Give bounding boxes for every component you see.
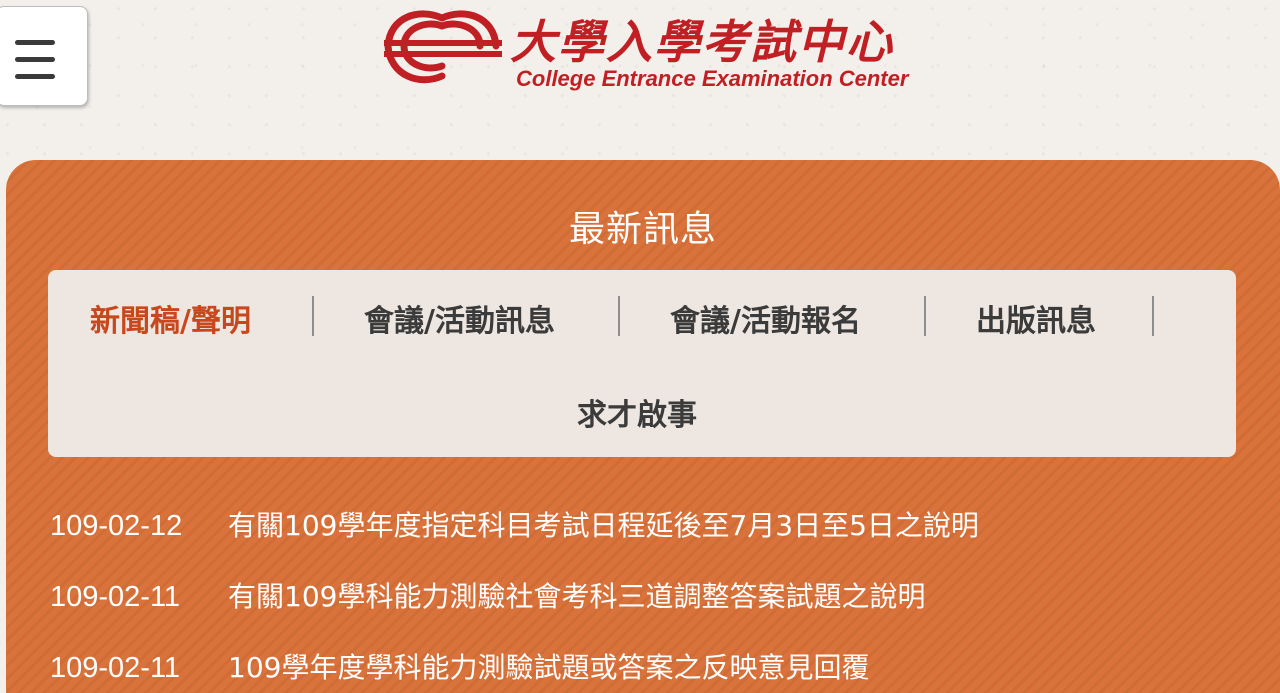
news-tabs: 新聞稿/聲明 會議/活動訊息 會議/活動報名 出版訊息 求才啟事 [48, 270, 1236, 457]
tab-meeting-activity-info[interactable]: 會議/活動訊息 [364, 296, 555, 340]
news-list-item: 109-02-11 有關109學科能力測驗社會考科三道調整答案試題之說明 [50, 575, 925, 615]
tab-separator [924, 296, 926, 336]
news-date: 109-02-11 [50, 581, 181, 613]
news-title-link[interactable]: 109學年度學科能力測驗試題或答案之反映意見回覆 [228, 651, 869, 684]
tab-publication-info[interactable]: 出版訊息 [976, 296, 1096, 340]
news-title-link[interactable]: 有關109學年度指定科目考試日程延後至7月3日至5日之說明 [228, 509, 979, 542]
tab-separator [618, 296, 620, 336]
news-title-link[interactable]: 有關109學科能力測驗社會考科三道調整答案試題之說明 [228, 580, 925, 613]
news-date: 109-02-12 [50, 510, 183, 542]
ceec-logo-icon [384, 10, 502, 84]
news-panel: 最新訊息 新聞稿/聲明 會議/活動訊息 會議/活動報名 出版訊息 求才啟事 10… [6, 160, 1280, 693]
tab-separator [1152, 296, 1154, 336]
tab-press-release[interactable]: 新聞稿/聲明 [90, 296, 251, 340]
news-list-item: 109-02-11 109學年度學科能力測驗試題或答案之反映意見回覆 [50, 646, 869, 686]
tab-separator [312, 296, 314, 336]
tab-job-openings[interactable]: 求才啟事 [577, 390, 697, 434]
site-logo[interactable]: 大學入學考試中心 College Entrance Examination Ce… [380, 4, 908, 100]
logo-english-text: College Entrance Examination Center [516, 66, 909, 91]
news-date: 109-02-11 [50, 652, 181, 684]
news-panel-title: 最新訊息 [568, 209, 717, 250]
news-list-item: 109-02-12 有關109學年度指定科目考試日程延後至7月3日至5日之說明 [50, 504, 979, 544]
tab-meeting-activity-registration[interactable]: 會議/活動報名 [670, 296, 861, 340]
hamburger-menu-button[interactable] [0, 6, 88, 106]
logo-chinese-text: 大學入學考試中心 [510, 15, 894, 69]
